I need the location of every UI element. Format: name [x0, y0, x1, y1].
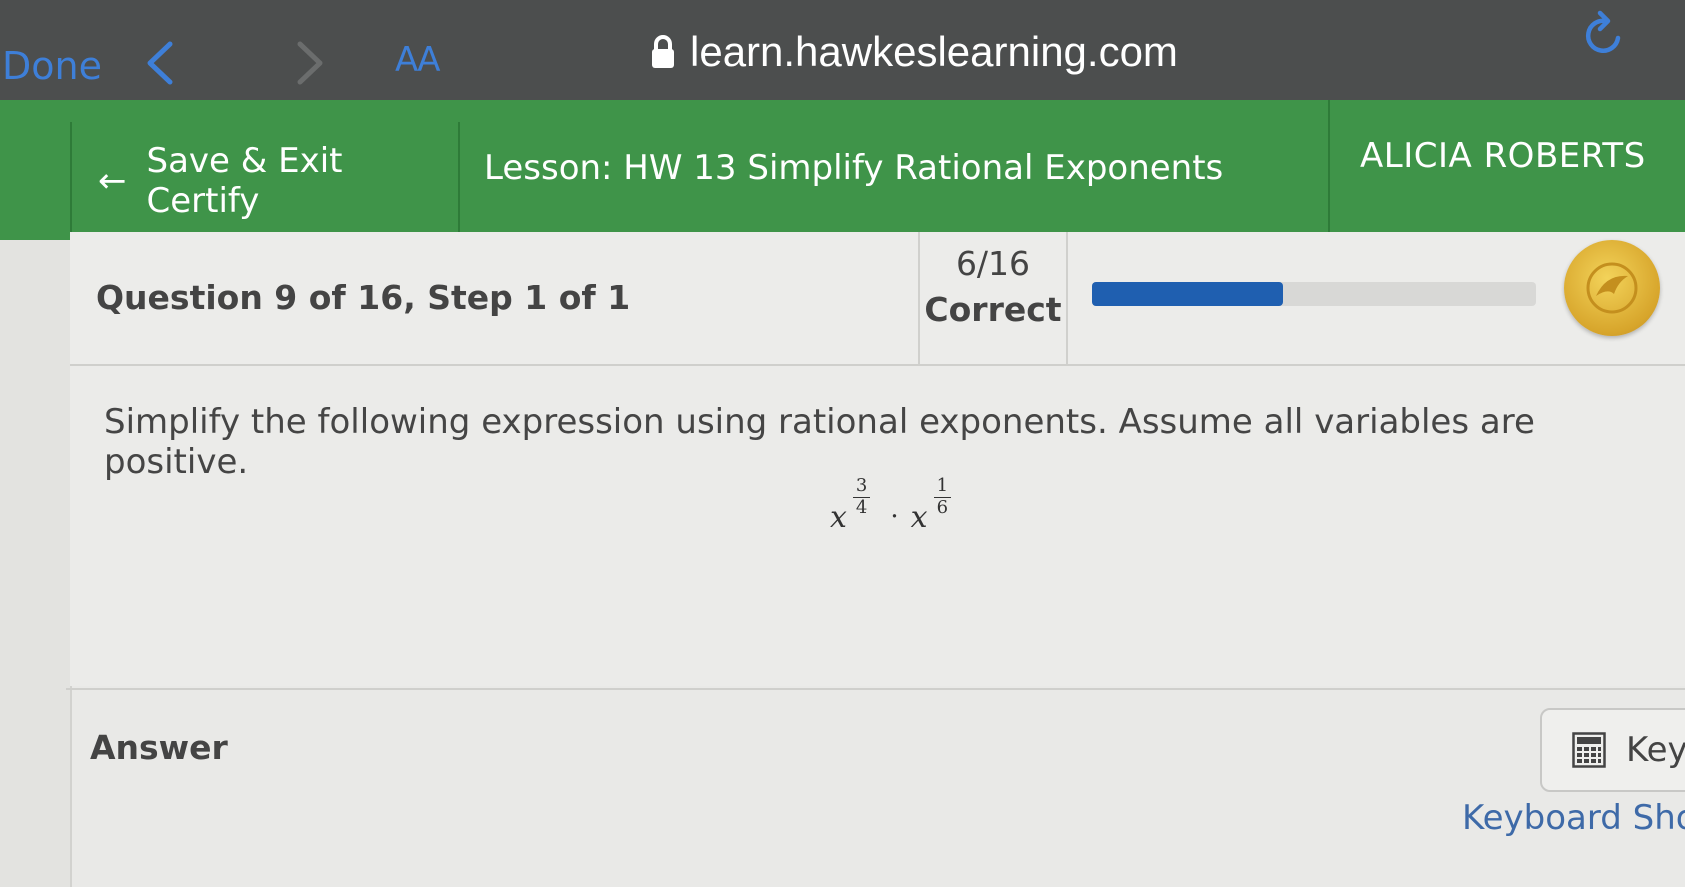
math-expression: x 3 4 · x 1 6 [830, 475, 957, 535]
text-size-button[interactable]: AA [395, 40, 440, 80]
exp2-numerator: 1 [933, 475, 952, 498]
score-count: 6/16 [955, 244, 1031, 283]
progress-bar-fill [1092, 282, 1283, 306]
expr-exponent-1: 3 4 [852, 475, 871, 518]
keyboard-shortcuts-link[interactable]: Keyboard Sho [1462, 798, 1685, 838]
done-button[interactable]: Done [2, 44, 102, 88]
url-text: learn.hawkeslearning.com [690, 28, 1178, 75]
answer-label: Answer [90, 728, 228, 767]
keypad-button[interactable]: Key [1540, 708, 1685, 792]
score-label: Correct [924, 290, 1062, 329]
section-divider [66, 688, 1685, 690]
user-name[interactable]: ALICIA ROBERTS [1360, 136, 1646, 176]
forward-chevron-icon[interactable] [290, 38, 330, 88]
lock-icon [652, 35, 674, 68]
expr-operator: · [890, 502, 899, 532]
exp1-numerator: 3 [852, 475, 871, 498]
left-margin [0, 240, 72, 887]
progress-bar [1092, 282, 1536, 306]
question-instruction: Simplify the following expression using … [104, 402, 1535, 482]
exp2-denominator: 6 [936, 496, 949, 518]
hawk-emblem-icon [1586, 262, 1638, 314]
back-chevron-icon[interactable] [140, 38, 180, 88]
address-bar[interactable]: learn.hawkeslearning.com [650, 22, 1178, 82]
question-panel: Simplify the following expression using … [70, 366, 1685, 686]
expr-base-2: x [910, 500, 928, 535]
calculator-icon [1572, 732, 1606, 768]
score-box: 6/16 Correct [918, 232, 1068, 364]
arrow-left-icon: ← [98, 161, 127, 201]
app-header: ← Save & Exit Certify Lesson: HW 13 Simp… [0, 100, 1685, 240]
question-status-bar: Question 9 of 16, Step 1 of 1 6/16 Corre… [70, 232, 1685, 366]
lesson-title: Lesson: HW 13 Simplify Rational Exponent… [484, 148, 1224, 188]
header-left-strip [0, 100, 70, 240]
reload-icon[interactable] [1578, 8, 1630, 60]
expr-exponent-2: 1 6 [933, 475, 952, 518]
expr-base-1: x [830, 500, 847, 535]
save-exit-label: Save & Exit Certify [146, 141, 343, 221]
hawk-coin-icon[interactable] [1564, 240, 1660, 336]
question-counter: Question 9 of 16, Step 1 of 1 [96, 278, 631, 317]
keypad-label: Key [1626, 730, 1685, 770]
save-exit-button[interactable]: ← Save & Exit Certify [70, 122, 460, 240]
exp1-denominator: 4 [855, 496, 868, 518]
